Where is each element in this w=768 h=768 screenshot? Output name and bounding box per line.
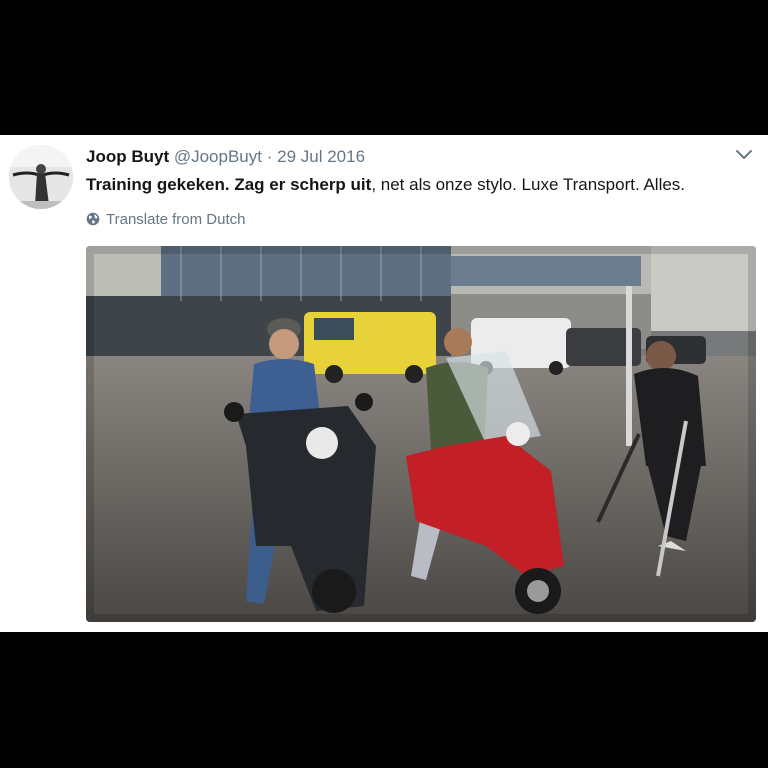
- tweet-date[interactable]: 29 Jul 2016: [277, 147, 365, 166]
- chevron-down-icon[interactable]: [734, 147, 754, 163]
- avatar[interactable]: [9, 145, 73, 209]
- tweet-card[interactable]: Joop Buyt @JoopBuyt · 29 Jul 2016 Traini…: [0, 135, 768, 632]
- tweet-header: Joop Buyt @JoopBuyt · 29 Jul 2016: [86, 146, 728, 168]
- photo-scooters: [86, 246, 756, 622]
- header-separator: ·: [266, 147, 273, 166]
- tweet-text-bold: Training gekeken. Zag er scherp uit: [86, 175, 372, 194]
- translate-link[interactable]: Translate from Dutch: [86, 210, 246, 230]
- author-name[interactable]: Joop Buyt: [86, 147, 169, 166]
- tweet-text-rest: , net als onze stylo. Luxe Transport. Al…: [371, 175, 686, 194]
- tweet-text: Training gekeken. Zag er scherp uit, net…: [86, 174, 752, 196]
- translate-label: Translate from Dutch: [106, 211, 246, 228]
- globe-icon: [86, 212, 100, 226]
- author-handle[interactable]: @JoopBuyt: [174, 147, 262, 166]
- tweet-photo[interactable]: [86, 246, 756, 622]
- avatar-image: [9, 145, 73, 209]
